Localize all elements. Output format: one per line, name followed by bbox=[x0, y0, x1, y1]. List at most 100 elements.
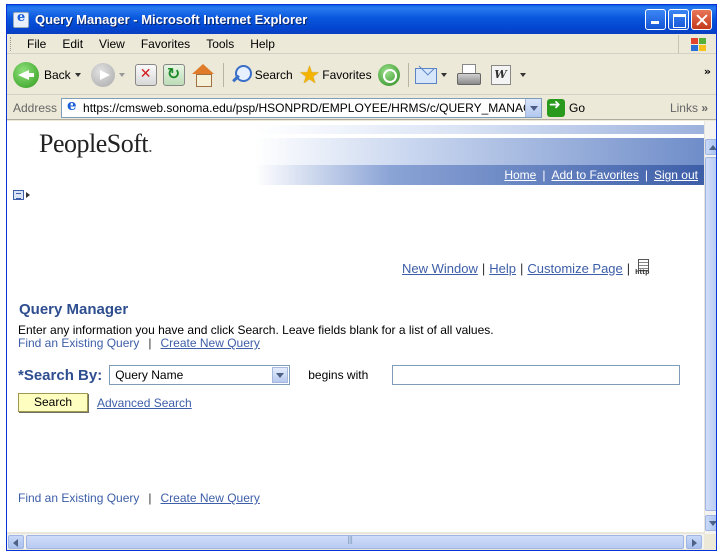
menubar-grip bbox=[10, 36, 13, 51]
find-existing-query-label: Find an Existing Query bbox=[18, 336, 140, 350]
search-toolbar-button[interactable]: Search bbox=[230, 64, 293, 86]
chevron-down-icon[interactable] bbox=[272, 367, 289, 383]
minimize-button[interactable] bbox=[645, 9, 666, 30]
menu-view[interactable]: View bbox=[91, 37, 133, 51]
link-separator: | bbox=[481, 260, 486, 276]
menu-toggle-icon bbox=[13, 190, 24, 200]
stop-button[interactable] bbox=[134, 63, 157, 86]
menu-tools[interactable]: Tools bbox=[198, 37, 242, 51]
search-toolbar-label: Search bbox=[254, 67, 293, 82]
maximize-button[interactable] bbox=[668, 9, 689, 30]
header-band bbox=[255, 138, 704, 165]
query-nav-links-top: Find an Existing Query | Create New Quer… bbox=[18, 336, 260, 350]
find-existing-query-label: Find an Existing Query bbox=[18, 491, 140, 505]
word-button[interactable]: W bbox=[490, 64, 530, 85]
window-title: Query Manager - Microsoft Internet Explo… bbox=[35, 12, 308, 27]
title-bar[interactable]: Query Manager - Microsoft Internet Explo… bbox=[7, 5, 716, 34]
mail-button[interactable] bbox=[414, 66, 451, 84]
search-button[interactable]: Search bbox=[18, 393, 88, 412]
links-toolbar[interactable]: Links » bbox=[670, 101, 708, 115]
query-nav-links-bottom: Find an Existing Query | Create New Quer… bbox=[18, 491, 260, 505]
nav-add-to-favorites-link[interactable]: Add to Favorites bbox=[545, 168, 644, 182]
scroll-down-icon[interactable] bbox=[705, 515, 716, 531]
history-button[interactable] bbox=[377, 63, 400, 86]
page-icon bbox=[65, 99, 80, 115]
ie-app-icon bbox=[13, 10, 29, 28]
windows-logo-icon bbox=[678, 35, 714, 54]
link-separator: | bbox=[520, 260, 524, 276]
go-button[interactable]: Go bbox=[547, 97, 586, 117]
browser-window: Query Manager - Microsoft Internet Explo… bbox=[6, 4, 717, 551]
page-utility-links: New Window | Help | Customize Page | bbox=[402, 259, 650, 277]
stop-icon bbox=[134, 63, 157, 86]
back-button[interactable]: Back bbox=[13, 61, 85, 88]
go-arrow-icon bbox=[547, 97, 566, 117]
peoplesoft-logo-text: PeopleSoft bbox=[39, 129, 149, 158]
back-label: Back bbox=[44, 67, 71, 82]
menu-bar: File Edit View Favorites Tools Help bbox=[7, 34, 716, 54]
forward-button[interactable] bbox=[90, 62, 129, 87]
print-button[interactable] bbox=[456, 63, 481, 86]
word-icon: W bbox=[490, 64, 511, 85]
home-button[interactable] bbox=[191, 63, 215, 87]
nav-home-link[interactable]: Home bbox=[498, 168, 542, 182]
menu-favorites[interactable]: Favorites bbox=[133, 37, 198, 51]
back-dropdown-icon[interactable] bbox=[74, 72, 81, 77]
links-more-icon[interactable]: » bbox=[701, 101, 708, 115]
header-nav: Home | Add to Favorites | Sign out bbox=[255, 165, 704, 185]
mail-dropdown-icon[interactable] bbox=[440, 72, 447, 77]
mail-icon bbox=[414, 66, 437, 84]
toolbar-separator bbox=[222, 62, 224, 87]
forward-dropdown-icon[interactable] bbox=[118, 72, 125, 77]
favorites-toolbar-label: Favorites bbox=[322, 67, 372, 82]
menu-file[interactable]: File bbox=[19, 37, 54, 51]
vertical-scroll-thumb[interactable] bbox=[705, 157, 716, 511]
toolbar-more-icon[interactable]: » bbox=[704, 65, 711, 78]
http-link-icon[interactable] bbox=[635, 259, 650, 277]
peoplesoft-logo: PeopleSoft. bbox=[39, 129, 153, 158]
create-new-query-link[interactable]: Create New Query bbox=[161, 491, 260, 505]
customize-page-link[interactable]: Customize Page bbox=[527, 261, 622, 276]
search-value-input[interactable] bbox=[392, 365, 681, 385]
search-by-value: Query Name bbox=[115, 368, 184, 382]
new-window-link[interactable]: New Window bbox=[402, 261, 478, 276]
search-criteria-row: *Search By: Query Name begins with bbox=[18, 365, 681, 385]
vertical-scrollbar[interactable] bbox=[704, 121, 716, 534]
search-actions: Search Advanced Search bbox=[18, 393, 192, 412]
menu-edit[interactable]: Edit bbox=[54, 37, 91, 51]
standard-toolbar: Back Search ★ Favorites bbox=[7, 55, 716, 95]
search-by-select[interactable]: Query Name bbox=[109, 365, 291, 385]
search-by-label: *Search By: bbox=[18, 366, 103, 384]
links-label: Links bbox=[669, 100, 698, 115]
expand-arrow-icon bbox=[26, 192, 30, 198]
address-bar: Address https://cmsweb.sonoma.edu/psp/HS… bbox=[7, 96, 716, 120]
header-band-top bbox=[255, 125, 704, 134]
toolbar-separator bbox=[407, 62, 409, 87]
nav-sign-out-link[interactable]: Sign out bbox=[648, 168, 704, 182]
word-dropdown-icon[interactable] bbox=[519, 72, 526, 77]
go-label: Go bbox=[569, 100, 586, 115]
page-title: Query Manager bbox=[19, 301, 129, 318]
scroll-up-icon[interactable] bbox=[705, 139, 716, 155]
begins-with-label: begins with bbox=[308, 368, 369, 382]
address-url[interactable]: https://cmsweb.sonoma.edu/psp/HSONPRD/EM… bbox=[83, 101, 525, 115]
favorites-toolbar-button[interactable]: ★ Favorites bbox=[298, 60, 372, 89]
link-separator: | bbox=[626, 260, 631, 276]
home-icon bbox=[191, 63, 215, 87]
address-field[interactable]: https://cmsweb.sonoma.edu/psp/HSONPRD/EM… bbox=[61, 97, 543, 118]
scroll-right-icon[interactable] bbox=[686, 535, 702, 549]
refresh-button[interactable] bbox=[162, 63, 185, 86]
horizontal-scrollbar[interactable] bbox=[7, 533, 704, 549]
search-icon bbox=[230, 64, 252, 86]
scroll-left-icon[interactable] bbox=[8, 535, 24, 549]
close-button[interactable] bbox=[691, 9, 712, 30]
horizontal-scroll-thumb[interactable] bbox=[26, 535, 684, 549]
back-arrow-icon bbox=[13, 61, 39, 88]
help-link[interactable]: Help bbox=[489, 261, 516, 276]
address-dropdown-icon[interactable] bbox=[525, 98, 542, 117]
menu-toggle[interactable] bbox=[13, 190, 30, 200]
star-icon: ★ bbox=[298, 60, 321, 89]
advanced-search-link[interactable]: Advanced Search bbox=[97, 396, 192, 410]
menu-help[interactable]: Help bbox=[242, 37, 283, 51]
create-new-query-link[interactable]: Create New Query bbox=[161, 336, 260, 350]
